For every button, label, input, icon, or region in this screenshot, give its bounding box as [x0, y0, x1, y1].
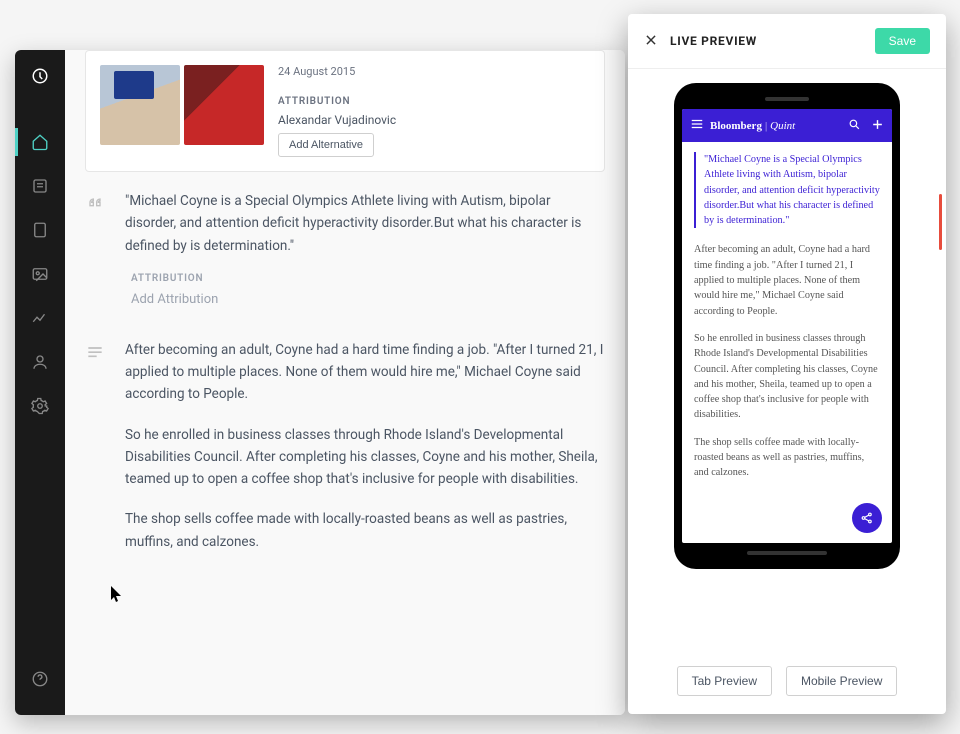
live-preview-panel: LIVE PREVIEW Save Bloomberg|Quint — [628, 14, 946, 714]
image-date: 24 August 2015 — [278, 65, 590, 78]
brand-part-2: Quint — [770, 120, 795, 132]
sidebar-item-stories[interactable] — [15, 164, 65, 208]
quote-attribution-label: ATTRIBUTION — [131, 271, 605, 288]
tab-preview-button[interactable]: Tab Preview — [677, 666, 772, 696]
search-icon[interactable] — [848, 118, 861, 134]
paragraph-icon — [85, 339, 109, 571]
phone-content: "Michael Coyne is a Special Olympics Ath… — [682, 142, 892, 543]
sidebar-item-settings[interactable] — [15, 384, 65, 428]
sidebar-item-analytics[interactable] — [15, 296, 65, 340]
preview-header: LIVE PREVIEW Save — [628, 14, 946, 69]
phone-home-bar — [747, 551, 827, 555]
brand-logo: Bloomberg|Quint — [710, 120, 795, 132]
thumbnail-2[interactable] — [184, 65, 264, 145]
image-card[interactable]: 24 August 2015 ATTRIBUTION Alexandar Vuj… — [85, 50, 605, 172]
phone-screen: Bloomberg|Quint "Michael Coyne is a Spec… — [682, 109, 892, 543]
sidebar-item-pages[interactable] — [15, 208, 65, 252]
attribution-label: ATTRIBUTION — [278, 96, 590, 107]
phone-frame-wrap: Bloomberg|Quint "Michael Coyne is a Spec… — [628, 69, 946, 652]
quote-text[interactable]: "Michael Coyne is a Special Olympics Ath… — [125, 190, 605, 257]
image-thumbnails — [100, 65, 264, 157]
sidebar-item-users[interactable] — [15, 340, 65, 384]
phone-topbar: Bloomberg|Quint — [682, 109, 892, 142]
phone-speaker — [765, 97, 809, 101]
add-attribution-button[interactable]: Add Attribution — [131, 289, 605, 310]
paragraph-3[interactable]: The shop sells coffee made with locally-… — [125, 508, 605, 553]
add-alternative-button[interactable]: Add Alternative — [278, 133, 374, 157]
thumbnail-1[interactable] — [100, 65, 180, 145]
menu-icon[interactable] — [690, 117, 704, 134]
phone-p2: So he enrolled in business classes throu… — [694, 331, 880, 423]
paragraph-2[interactable]: So he enrolled in business classes throu… — [125, 424, 605, 491]
sidebar-item-help[interactable] — [15, 657, 65, 701]
paragraph-1[interactable]: After becoming an adult, Coyne had a har… — [125, 339, 605, 406]
plus-icon[interactable] — [871, 118, 884, 134]
quote-icon — [85, 190, 109, 311]
phone-p1: After becoming an adult, Coyne had a har… — [694, 242, 880, 318]
brand-part-1: Bloomberg — [710, 120, 762, 132]
image-meta: 24 August 2015 ATTRIBUTION Alexandar Vuj… — [278, 65, 590, 157]
text-block[interactable]: After becoming an adult, Coyne had a har… — [85, 339, 605, 571]
share-fab[interactable] — [852, 503, 882, 533]
phone-frame: Bloomberg|Quint "Michael Coyne is a Spec… — [674, 83, 900, 569]
phone-quote: "Michael Coyne is a Special Olympics Ath… — [694, 152, 880, 228]
phone-p3: The shop sells coffee made with locally-… — [694, 435, 880, 481]
quote-block[interactable]: "Michael Coyne is a Special Olympics Ath… — [85, 190, 605, 311]
mobile-preview-button[interactable]: Mobile Preview — [786, 666, 897, 696]
editor-canvas: 24 August 2015 ATTRIBUTION Alexandar Vuj… — [65, 50, 625, 715]
attribution-value: Alexandar Vujadinovic — [278, 113, 590, 127]
close-icon[interactable] — [644, 32, 658, 51]
preview-mode-tabs: Tab Preview Mobile Preview — [628, 652, 946, 714]
logo-icon — [26, 62, 54, 90]
save-button[interactable]: Save — [875, 28, 930, 54]
sidebar-item-home[interactable] — [15, 120, 65, 164]
editor-window: 24 August 2015 ATTRIBUTION Alexandar Vuj… — [15, 50, 625, 715]
scroll-indicator — [939, 194, 942, 250]
preview-title: LIVE PREVIEW — [670, 34, 757, 48]
sidebar-item-media[interactable] — [15, 252, 65, 296]
sidebar — [15, 50, 65, 715]
